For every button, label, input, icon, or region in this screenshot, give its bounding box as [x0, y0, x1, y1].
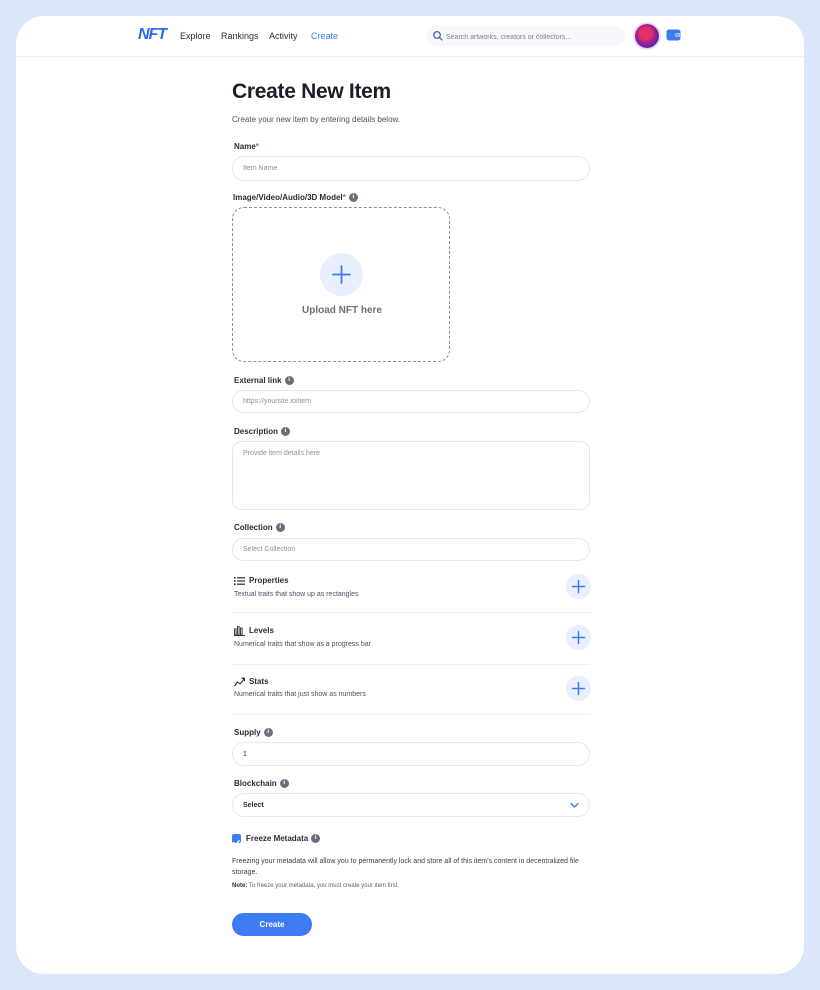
media-label: Image/Video/Audio/3D Model* i	[233, 193, 358, 203]
supply-label: Supply i	[234, 728, 273, 738]
plus-icon	[571, 579, 586, 594]
levels-title: Levels	[249, 626, 274, 635]
page-title: Create New Item	[232, 80, 391, 103]
freeze-metadata-checkbox[interactable]	[232, 834, 241, 846]
info-icon[interactable]: i	[281, 427, 291, 437]
description-label: Description i	[234, 427, 291, 437]
plus-icon[interactable]	[320, 253, 363, 296]
info-icon[interactable]: i	[284, 376, 294, 386]
add-properties-button[interactable]	[566, 574, 591, 599]
collection-input[interactable]	[232, 538, 590, 561]
freeze-description: Freezing your metadata will allow you to…	[232, 858, 579, 876]
freeze-note: Note: To freeze your metadata, you must …	[232, 883, 399, 889]
external-link-input[interactable]	[232, 390, 590, 413]
info-icon[interactable]: i	[275, 523, 285, 533]
plus-icon	[571, 681, 586, 696]
divider	[232, 612, 590, 613]
info-icon[interactable]: i	[279, 779, 289, 789]
checkmark-icon	[233, 839, 240, 846]
bar-chart-icon	[234, 626, 245, 636]
create-button[interactable]: Create	[232, 913, 312, 936]
app-frame: NFT Explore Rankings Activity Create Cre…	[16, 16, 804, 974]
page-subtitle: Create your new item by entering details…	[232, 115, 401, 124]
note-text: To freeze your metadata, you must create…	[248, 883, 399, 889]
upload-text: Upload NFT here	[301, 305, 382, 316]
properties-title: Properties	[249, 576, 289, 585]
list-icon	[234, 577, 245, 585]
collection-label: Collection i	[234, 523, 285, 533]
external-link-label: External link i	[234, 376, 294, 386]
info-icon[interactable]: i	[263, 728, 273, 738]
name-input[interactable]	[232, 156, 590, 181]
required-mark: *	[342, 193, 346, 202]
blockchain-selected-value: Select	[243, 802, 264, 809]
levels-desc: Numerical traits that show as a progress…	[234, 641, 371, 648]
blockchain-label: Blockchain i	[234, 779, 289, 789]
divider	[232, 714, 590, 715]
search-input[interactable]	[444, 28, 624, 46]
nav-create[interactable]: Create	[311, 31, 338, 41]
nav-activity[interactable]: Activity	[269, 31, 298, 41]
nav-explore[interactable]: Explore	[180, 31, 211, 41]
stats-desc: Numerical traits that just show as numbe…	[234, 691, 366, 698]
description-textarea[interactable]	[232, 441, 590, 510]
supply-input[interactable]	[232, 742, 590, 766]
plus-icon	[571, 630, 586, 645]
add-stats-button[interactable]	[566, 676, 591, 701]
divider	[232, 664, 590, 665]
wallet-icon[interactable]	[666, 28, 681, 41]
top-navbar: NFT Explore Rankings Activity Create	[16, 16, 804, 57]
user-avatar[interactable]	[635, 24, 659, 48]
search-bar[interactable]	[426, 26, 626, 46]
info-icon[interactable]: i	[311, 834, 321, 844]
info-icon[interactable]: i	[348, 193, 358, 203]
required-mark: *	[255, 142, 259, 151]
note-prefix: Note:	[232, 883, 248, 889]
stats-title: Stats	[249, 677, 269, 686]
nft-logo[interactable]: NFT	[138, 26, 167, 44]
add-levels-button[interactable]	[566, 625, 591, 650]
blockchain-select[interactable]: Select	[232, 793, 590, 817]
search-icon	[433, 31, 443, 41]
trend-icon	[234, 677, 245, 687]
name-label: Name*	[234, 142, 259, 151]
nav-rankings[interactable]: Rankings	[221, 31, 259, 41]
freeze-metadata-label: Freeze Metadata i	[246, 834, 321, 844]
properties-desc: Textual traits that show up as rectangle…	[234, 591, 359, 598]
upload-dropzone[interactable]: Upload NFT here	[232, 207, 450, 362]
chevron-down-icon	[570, 802, 579, 808]
